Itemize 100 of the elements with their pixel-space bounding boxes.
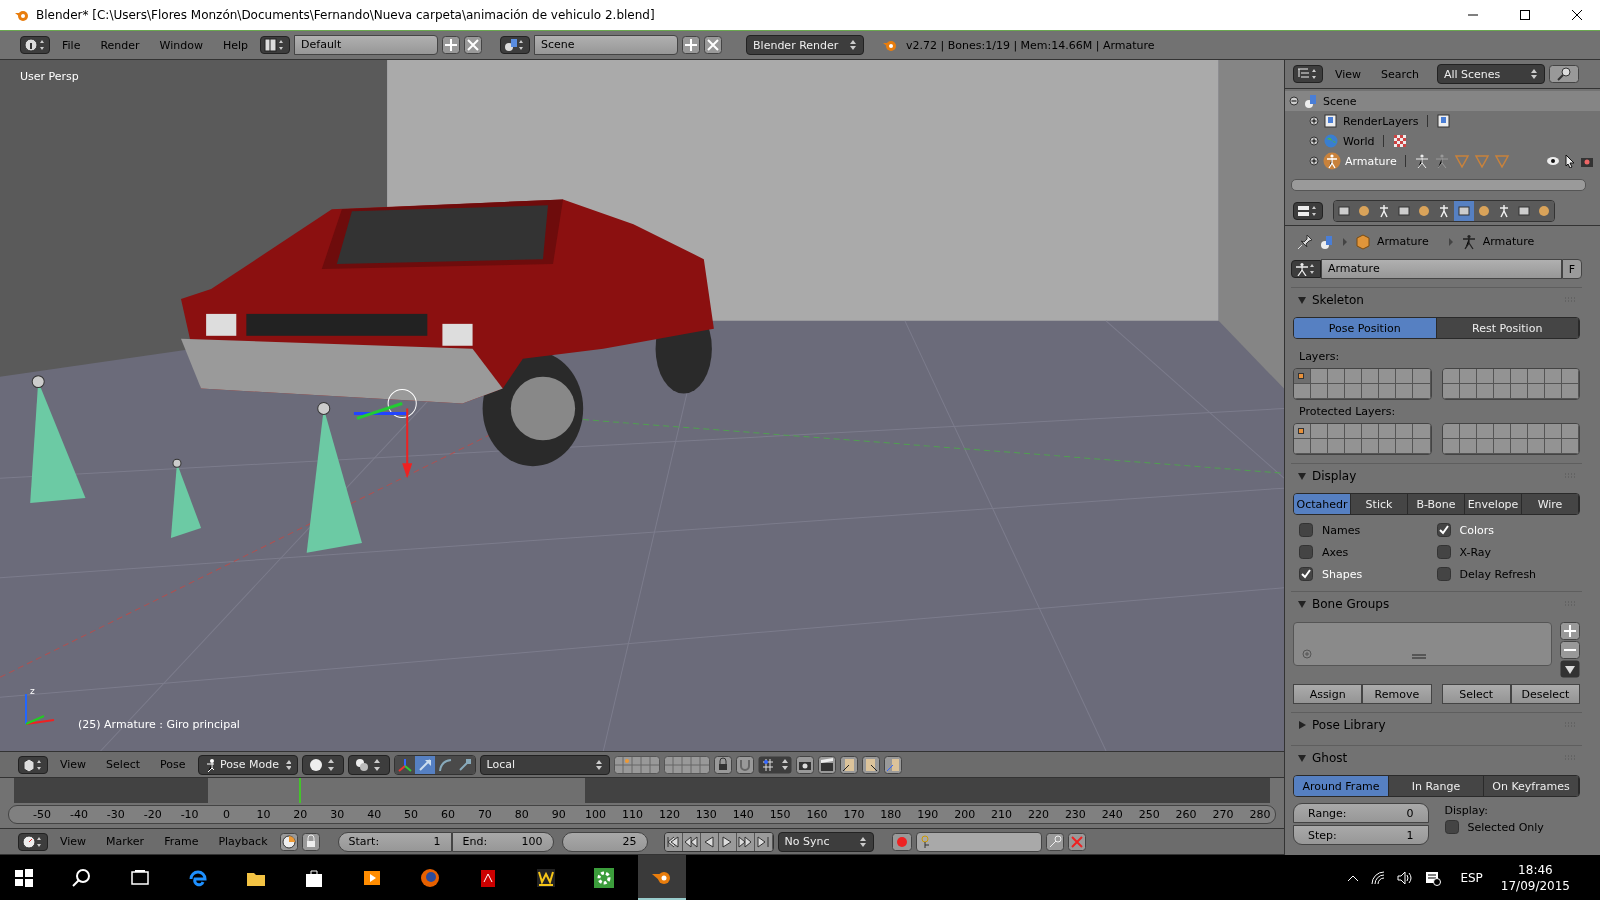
- playback-button[interactable]: [754, 832, 773, 851]
- menu-item[interactable]: Search: [1373, 64, 1427, 84]
- paste-flipped-icon[interactable]: [883, 755, 902, 774]
- orientation-dropdown[interactable]: Local: [479, 754, 610, 775]
- menu-item[interactable]: View: [1327, 64, 1370, 84]
- menu-item[interactable]: File: [54, 35, 89, 55]
- close-icon[interactable]: [704, 36, 723, 54]
- layer-cell[interactable]: [1362, 369, 1380, 384]
- scene-field[interactable]: Scene: [534, 35, 679, 55]
- layer-cell[interactable]: [1396, 439, 1414, 454]
- context-tab[interactable]: [1534, 201, 1554, 221]
- layer-cell[interactable]: [1396, 369, 1414, 384]
- menu-item[interactable]: Select: [98, 754, 149, 775]
- draw-type-button[interactable]: B-Bone: [1408, 494, 1465, 514]
- notification-icon[interactable]: [1424, 869, 1443, 886]
- bone-group-button[interactable]: Select: [1441, 684, 1511, 704]
- playback-button[interactable]: [718, 832, 737, 851]
- panel-header[interactable]: Ghost: [1291, 746, 1582, 770]
- menu-item[interactable]: Playback: [210, 831, 276, 852]
- checkbox[interactable]: Names: [1299, 523, 1437, 537]
- draw-type-button[interactable]: Envelope: [1465, 494, 1522, 514]
- record-button[interactable]: [891, 832, 912, 851]
- add-filter-icon[interactable]: [1302, 649, 1312, 659]
- mode-dropdown[interactable]: Pose Mode: [197, 754, 298, 775]
- checkbox[interactable]: Selected Only: [1444, 820, 1580, 834]
- layer-cell[interactable]: [1413, 369, 1431, 384]
- magnet-icon[interactable]: [735, 755, 754, 774]
- bone-group-button[interactable]: Assign: [1293, 684, 1363, 704]
- layer-cell[interactable]: [1328, 424, 1346, 439]
- layer-cell[interactable]: [1345, 424, 1363, 439]
- editor-type-button[interactable]: [18, 832, 48, 851]
- layer-cell[interactable]: [1442, 439, 1460, 454]
- layer-cell[interactable]: [1379, 424, 1397, 439]
- layer-cell[interactable]: [1362, 439, 1380, 454]
- context-tab[interactable]: [1334, 201, 1354, 221]
- menu-item[interactable]: View: [52, 754, 95, 775]
- checkbox[interactable]: Axes: [1299, 545, 1437, 559]
- layer-grid-icon[interactable]: [663, 755, 710, 774]
- bone-group-button[interactable]: Remove: [1362, 684, 1432, 704]
- layer-cell[interactable]: [1379, 439, 1397, 454]
- layer-cell[interactable]: [1396, 384, 1414, 399]
- checkbox[interactable]: Shapes: [1299, 567, 1437, 581]
- datablock-name-field[interactable]: Armature: [1321, 259, 1562, 279]
- layer-cell[interactable]: [1311, 384, 1329, 399]
- playback-button[interactable]: [682, 832, 701, 851]
- menu-item[interactable]: Frame: [156, 831, 207, 852]
- layer-cell[interactable]: [1311, 369, 1329, 384]
- expand-icon[interactable]: [1309, 136, 1319, 146]
- playback-button[interactable]: [736, 832, 755, 851]
- ghost-mode-button[interactable]: In Range: [1389, 776, 1484, 796]
- playback-button[interactable]: [700, 832, 719, 851]
- draw-type-button[interactable]: Wire: [1522, 494, 1579, 514]
- layer-cell[interactable]: [1442, 424, 1460, 439]
- layer-cell[interactable]: [1294, 424, 1312, 439]
- speaker-icon[interactable]: [1396, 869, 1415, 886]
- resize-handle-icon[interactable]: [1412, 654, 1427, 659]
- layer-cell[interactable]: [1413, 439, 1431, 454]
- clapperboard-icon[interactable]: [817, 755, 836, 774]
- layer-cell[interactable]: [1442, 369, 1460, 384]
- layer-cell[interactable]: [1328, 439, 1346, 454]
- layer-cell[interactable]: [1294, 369, 1312, 384]
- taskbar-app-button[interactable]: [638, 855, 686, 900]
- paste-pose-icon[interactable]: [861, 755, 880, 774]
- checkbox[interactable]: Colors: [1436, 523, 1574, 537]
- layer-cell[interactable]: [1294, 439, 1312, 454]
- menu-item[interactable]: Render: [92, 35, 148, 55]
- eye-icon[interactable]: [1546, 155, 1560, 167]
- pose-toggle-button[interactable]: Rest Position: [1436, 318, 1579, 338]
- insert-keyframe-icon[interactable]: [1045, 832, 1064, 851]
- editor-type-button[interactable]: [1293, 202, 1323, 220]
- end-frame-field[interactable]: End: 100: [451, 831, 554, 852]
- layer-cell[interactable]: [1413, 424, 1431, 439]
- draw-type-button[interactable]: Stick: [1351, 494, 1408, 514]
- scene-selector-button[interactable]: [500, 36, 531, 54]
- manipulator-toggle[interactable]: [454, 755, 475, 774]
- screen-layout-field[interactable]: Default: [294, 35, 439, 55]
- menu-item[interactable]: View: [52, 831, 95, 852]
- manipulator-toggle[interactable]: [434, 755, 455, 774]
- pivot-dropdown[interactable]: [347, 754, 390, 775]
- panel-header[interactable]: Bone Groups: [1291, 592, 1582, 616]
- layer-cell[interactable]: [1362, 384, 1380, 399]
- layer-cell[interactable]: [1311, 439, 1329, 454]
- ghost-mode-button[interactable]: Around Frame: [1294, 776, 1389, 796]
- layer-cell[interactable]: [1442, 384, 1460, 399]
- outliner-row[interactable]: Scene: [1285, 91, 1600, 111]
- context-tab[interactable]: [1474, 201, 1494, 221]
- layout-selector-button[interactable]: [260, 36, 291, 54]
- lock-icon[interactable]: [301, 832, 320, 851]
- sync-dropdown[interactable]: No Sync: [777, 831, 874, 852]
- remove-icon[interactable]: [1560, 641, 1580, 659]
- layer-cell[interactable]: [1328, 369, 1346, 384]
- cursor-icon[interactable]: [1564, 154, 1576, 168]
- context-tab[interactable]: [1454, 201, 1474, 221]
- layer-cell[interactable]: [1362, 424, 1380, 439]
- close-icon[interactable]: [464, 36, 483, 54]
- pose-toggle-button[interactable]: Pose Position: [1294, 318, 1437, 338]
- panel-header[interactable]: Pose Library: [1291, 713, 1582, 737]
- shading-dropdown[interactable]: [301, 754, 344, 775]
- layer-cell[interactable]: [1328, 384, 1346, 399]
- manipulator-toggle[interactable]: [414, 755, 435, 774]
